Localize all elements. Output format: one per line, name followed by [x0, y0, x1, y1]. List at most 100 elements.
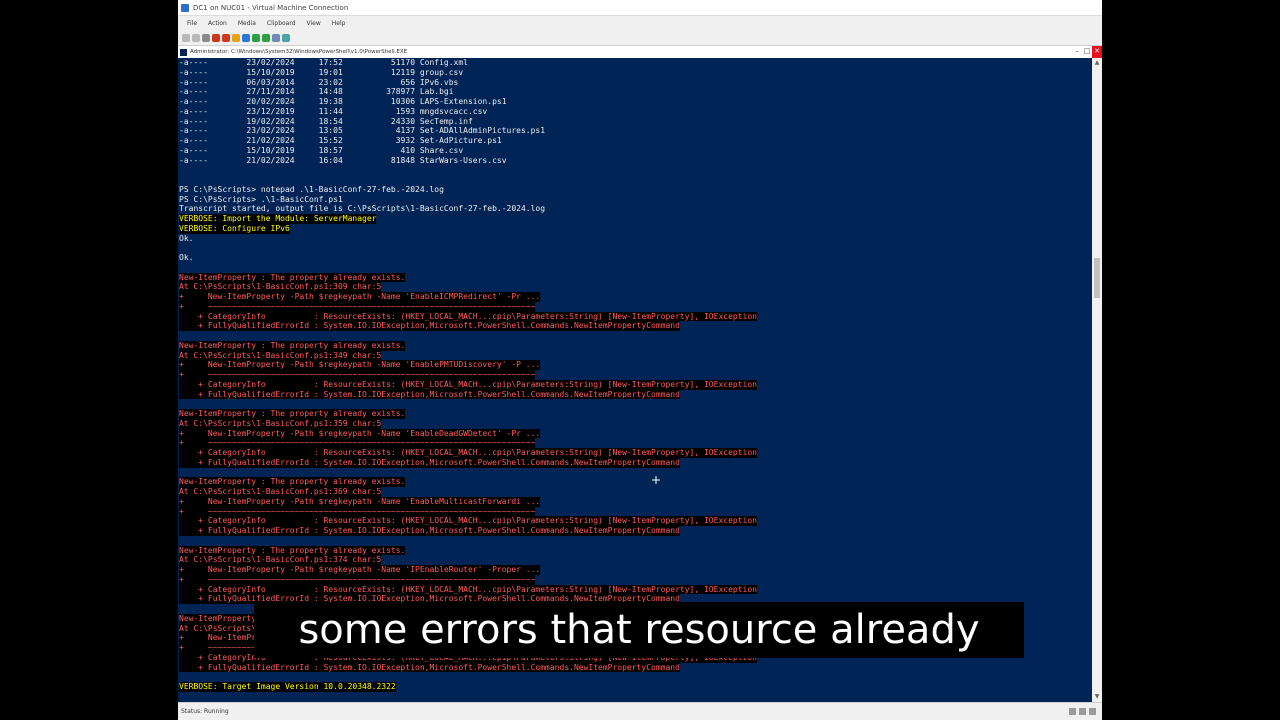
console-line-text: + New-ItemProperty -Path $regkeypath -Na… [179, 360, 541, 370]
console-line: + ~~~~~~~~~~~~~~~~~~~~~~~~~~~~~~~~~~~~~~… [179, 301, 1092, 312]
console-line-text: + CategoryInfo : ResourceExists: (HKEY_L… [179, 448, 757, 458]
console-line-text: + CategoryInfo : ResourceExists: (HKEY_L… [179, 516, 757, 526]
resume-icon[interactable] [252, 33, 260, 42]
console-line-text: At C:\PsScripts\1-BasicConf.ps1:369 char… [179, 487, 382, 497]
console-line-text: + FullyQualifiedErrorId : System.IO.IOEx… [179, 526, 680, 536]
console-line-text: At C:\PsScripts\1-BasicConf.ps1:359 char… [179, 418, 382, 429]
console-line-text: + New-ItemProperty -Path $regkeypath -Na… [179, 428, 541, 439]
console-line: New-ItemProperty : The property already … [179, 340, 1092, 351]
menu-help[interactable]: Help [332, 20, 346, 27]
console-line: + FullyQualifiedErrorId : System.IO.IOEx… [179, 662, 1092, 673]
menu-media[interactable]: Media [238, 20, 256, 27]
status-icons [1069, 708, 1096, 715]
console-line: + FullyQualifiedErrorId : System.IO.IOEx… [179, 457, 1092, 468]
console-line: -a---- 23/02/2024 13:05 4137 Set-ADAllAd… [179, 126, 1092, 136]
console-line-text: At C:\PsScripts\1-BasicConf.ps1:349 char… [179, 350, 382, 361]
keyboard-icon [1069, 708, 1076, 715]
console-line: + New-ItemProperty -Path $regkeypath -Na… [179, 565, 1092, 575]
vm-status-text: Status: Running [181, 708, 229, 715]
save-state-icon[interactable] [232, 33, 240, 42]
pause-icon[interactable] [242, 33, 250, 42]
menu-file[interactable]: File [187, 20, 197, 27]
shutdown-icon[interactable] [212, 33, 220, 42]
close-icon[interactable]: ✕ [1092, 46, 1102, 58]
scroll-down-icon[interactable]: ▼ [1092, 692, 1102, 702]
console-line: + ~~~~~~~~~~~~~~~~~~~~~~~~~~~~~~~~~~~~~~… [179, 438, 1092, 448]
console-line: New-ItemProperty : The property already … [179, 272, 1092, 283]
ctrl-alt-del-icon[interactable] [182, 33, 190, 42]
console-line-text: + CategoryInfo : ResourceExists: (HKEY_L… [179, 584, 757, 595]
menu-action[interactable]: Action [208, 20, 227, 27]
console-line-text: VERBOSE: Target Image Version 10.0.20348… [179, 682, 396, 692]
turn-off-icon[interactable] [202, 33, 210, 42]
console-line-text: Transcript started, output file is C:\Ps… [179, 204, 546, 214]
console-line-text: + CategoryInfo : ResourceExists: (HKEY_L… [179, 379, 757, 390]
console-line: Ok. [179, 234, 1092, 244]
console-line-text: -a---- 20/02/2024 19:38 10306 LAPS-Exten… [179, 97, 507, 106]
vm-title: DC1 on NUC01 - Virtual Machine Connectio… [193, 3, 349, 12]
console-line-text: + ~~~~~~~~~~~~~~~~~~~~~~~~~~~~~~~~~~~~~~… [179, 438, 536, 448]
console-line: + ~~~~~~~~~~~~~~~~~~~~~~~~~~~~~~~~~~~~~~… [179, 574, 1092, 585]
console-line: -a---- 06/03/2014 23:02 656 IPv6.vbs [179, 78, 1092, 88]
console-line: + CategoryInfo : ResourceExists: (HKEY_L… [179, 516, 1092, 526]
console-line-text: + New-ItemProperty -Path $regkeypath -Na… [179, 496, 541, 507]
console-line-text: + New-ItemProperty -Path $regkeypath -Na… [179, 565, 541, 575]
minimize-icon[interactable]: – [1072, 46, 1082, 58]
console-line: At C:\PsScripts\1-BasicConf.ps1:369 char… [179, 487, 1092, 497]
console-line-text: -a---- 15/10/2019 19:01 12119 group.csv [179, 67, 464, 77]
console-line-text: PS C:\PsScripts> notepad .\1-BasicConf-2… [179, 184, 444, 194]
console-line-text: PS C:\PsScripts> .\1-BasicConf.ps1 [179, 194, 343, 204]
console-line: -a---- 20/02/2024 19:38 10306 LAPS-Exten… [179, 97, 1092, 107]
console-line-text: -a---- 27/11/2014 14:48 378977 Lab.bgi [179, 87, 454, 97]
console-line-text: + FullyQualifiedErrorId : System.IO.IOEx… [179, 389, 680, 400]
checkpoint-icon[interactable] [262, 33, 270, 42]
console-line: -a---- 27/11/2014 14:48 378977 Lab.bgi [179, 87, 1092, 97]
console-line: + New-ItemProperty -Path $regkeypath -Na… [179, 428, 1092, 439]
mouse-cursor-icon [652, 476, 660, 484]
console-line-text: -a---- 21/02/2024 15:52 3932 Set-AdPictu… [179, 136, 502, 145]
maximize-icon[interactable]: □ [1082, 46, 1092, 58]
vm-menubar: File Action Media Clipboard View Help [178, 16, 1102, 30]
console-line-text: + New-ItemProperty -Path $regkeypath -Na… [179, 292, 541, 302]
enhanced-session-icon[interactable] [282, 33, 290, 42]
power-icon[interactable] [222, 33, 230, 42]
menu-clipboard[interactable]: Clipboard [267, 20, 296, 27]
start-icon[interactable] [192, 33, 200, 42]
console-line-text: -a---- 06/03/2014 23:02 656 IPv6.vbs [179, 77, 459, 87]
console-line-text: -a---- 23/12/2019 11:44 1593 mngdsvcacc.… [179, 106, 488, 116]
console-line: Transcript started, output file is C:\Ps… [179, 204, 1092, 214]
console-line: + New-ItemProperty -Path $regkeypath -Na… [179, 360, 1092, 370]
console-line: + CategoryInfo : ResourceExists: (HKEY_L… [179, 584, 1092, 595]
console-scrollbar[interactable]: ▲ ▼ [1092, 58, 1102, 702]
vm-titlebar: DC1 on NUC01 - Virtual Machine Connectio… [178, 0, 1102, 16]
revert-icon[interactable] [272, 33, 280, 42]
console-line-text: + FullyQualifiedErrorId : System.IO.IOEx… [179, 457, 680, 468]
console-line: At C:\PsScripts\1-BasicConf.ps1:374 char… [179, 555, 1092, 565]
vm-toolbar [178, 30, 1102, 46]
scroll-thumb[interactable] [1094, 258, 1100, 298]
console-line-text: At C:\PsScripts\1-BasicConf.ps1:309 char… [179, 282, 382, 292]
console-line-text: New-ItemProperty : The property already … [179, 272, 406, 283]
console-line-text: VERBOSE: Configure IPv6 [179, 223, 290, 234]
console-line: -a---- 19/02/2024 18:54 24330 SecTemp.in… [179, 117, 1092, 127]
console-line: + FullyQualifiedErrorId : System.IO.IOEx… [179, 389, 1092, 400]
menu-view[interactable]: View [307, 20, 321, 27]
console-line: + ~~~~~~~~~~~~~~~~~~~~~~~~~~~~~~~~~~~~~~… [179, 506, 1092, 517]
console-line: PS C:\PsScripts> notepad .\1-BasicConf-2… [179, 185, 1092, 195]
vm-app-icon [181, 3, 189, 12]
scroll-up-icon[interactable]: ▲ [1092, 58, 1102, 68]
console-line: -a---- 15/10/2019 18:57 410 Share.csv [179, 146, 1092, 156]
console-line-text: + ~~~~~~~~~~~~~~~~~~~~~~~~~~~~~~~~~~~~~~… [179, 301, 536, 312]
console-line-text: + ~~~~~~~~~~~~~~~~~~~~~~~~~~~~~~~~~~~~~~… [179, 506, 536, 517]
powershell-titlebar: Administrator: C:\Windows\System32\Windo… [178, 46, 1102, 58]
console-line-text: Ok. [179, 233, 194, 243]
console-line-text: + FullyQualifiedErrorId : System.IO.IOEx… [179, 662, 680, 673]
console-line-text: VERBOSE: Import the Module: ServerManage… [179, 214, 377, 224]
console-line: -a---- 23/02/2024 17:52 51170 Config.xml [179, 58, 1092, 68]
